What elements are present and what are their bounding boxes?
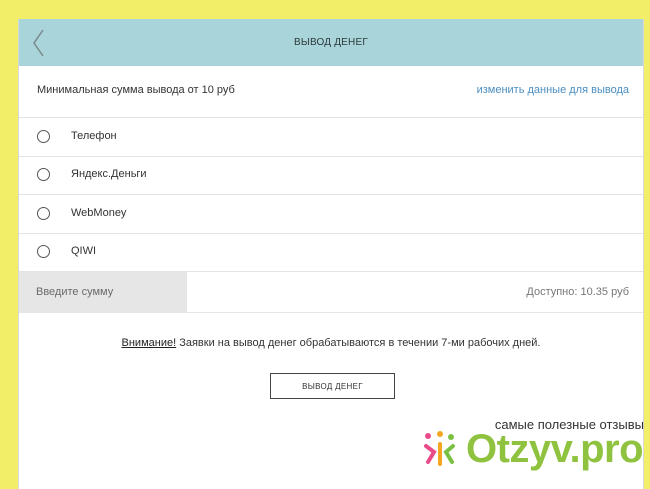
radio-button[interactable] [37, 207, 50, 220]
chevron-left-icon[interactable] [31, 28, 47, 58]
option-label: Яндекс.Деньги [71, 168, 147, 180]
notice-text: Внимание! Заявки на вывод денег обрабаты… [19, 337, 643, 349]
notice-link[interactable]: Внимание! [122, 337, 177, 349]
radio-button[interactable] [37, 130, 50, 143]
option-phone[interactable]: Телефон [19, 118, 643, 157]
page-title: ВЫВОД ДЕНЕГ [294, 37, 368, 48]
header-bar: ВЫВОД ДЕНЕГ [19, 19, 643, 66]
available-balance: Доступно: 10.35 руб [526, 286, 629, 298]
change-details-link[interactable]: изменить данные для вывода [477, 66, 629, 115]
option-qiwi[interactable]: QIWI [19, 233, 643, 272]
radio-button[interactable] [37, 245, 50, 258]
amount-input[interactable] [19, 272, 187, 312]
watermark-brand: Otzyv.pro [466, 427, 644, 471]
option-webmoney[interactable]: WebMoney [19, 195, 643, 234]
amount-row: Доступно: 10.35 руб [19, 272, 643, 313]
option-label: WebMoney [71, 207, 127, 219]
radio-button[interactable] [37, 168, 50, 181]
option-label: QIWI [71, 245, 97, 257]
option-label: Телефон [71, 130, 117, 142]
min-sum-text: Минимальная сумма вывода от 10 руб [37, 84, 235, 96]
option-yandex-money[interactable]: Яндекс.Деньги [19, 156, 643, 195]
info-row: Минимальная сумма вывода от 10 руб измен… [19, 66, 643, 118]
otzyv-logo-icon [420, 430, 460, 470]
withdraw-button[interactable]: ВЫВОД ДЕНЕГ [270, 373, 395, 399]
notice-body: Заявки на вывод денег обрабатываются в т… [176, 337, 541, 349]
